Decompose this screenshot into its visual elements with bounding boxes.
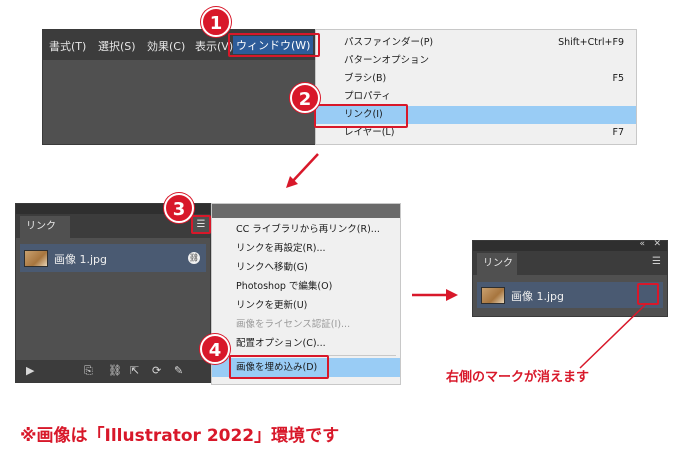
menu-item-relink[interactable]: リンクを再設定(R)... [212, 239, 400, 258]
panel-footer-toolbar: ▶ ⎘ ⛓ ⇱ ⟳ ✎ [16, 360, 210, 382]
link-status-icon: ⛓ [188, 252, 200, 264]
tab-links[interactable]: リンク [477, 253, 517, 275]
highlight-panel-menu-button [191, 215, 211, 234]
step-badge-4: 4 [200, 334, 230, 364]
edit-original-icon[interactable]: ✎ [174, 364, 183, 377]
panel-header: « ✕ [473, 239, 667, 251]
menu-item-pattern-options[interactable]: パターンオプション [316, 52, 636, 70]
relink-cc-icon[interactable]: ⎘ [84, 364, 93, 378]
tab-links[interactable]: リンク [20, 216, 70, 238]
menu-effect[interactable]: 効果(C) [147, 38, 185, 54]
step-badge-1: 1 [201, 7, 231, 37]
menu-item-license-image: 画像をライセンス認証(I)... [236, 319, 351, 330]
callout-line [579, 304, 646, 369]
panel-tab-row: リンク ☰ [473, 251, 667, 275]
flyout-top-bar [212, 204, 400, 218]
link-file-name: 画像 1.jpg [54, 253, 108, 266]
link-icon[interactable]: ⛓ [108, 364, 122, 377]
highlight-window-menu [228, 33, 320, 57]
step-badge-3: 3 [164, 193, 194, 223]
result-note: 右側のマークが消えます [446, 370, 590, 385]
image-thumbnail [24, 250, 48, 267]
links-panel: リンク 画像 1.jpg ⛓ ▶ ⎘ ⛓ ⇱ ⟳ ✎ [15, 203, 211, 383]
menu-item-pathfinder[interactable]: パスファインダー(P) Shift+Ctrl+F9 [316, 34, 636, 52]
goto-link-icon[interactable]: ⇱ [130, 364, 139, 377]
menu-type[interactable]: 書式(T) [49, 38, 86, 54]
collapse-icon[interactable]: « [639, 239, 645, 249]
link-row[interactable]: 画像 1.jpg ⛓ [20, 244, 206, 272]
image-thumbnail [481, 287, 505, 304]
menu-item-goto-link[interactable]: リンクへ移動(G) [212, 258, 400, 277]
menu-item-edit-photoshop[interactable]: Photoshop で編集(O) [212, 277, 400, 296]
arrow-right-icon [412, 289, 458, 301]
highlight-links-item [314, 104, 408, 128]
link-file-name: 画像 1.jpg [511, 290, 565, 303]
play-icon[interactable]: ▶ [26, 364, 34, 377]
panel-menu-icon[interactable]: ☰ [652, 256, 661, 267]
arrow-down-left-icon [286, 153, 319, 188]
close-icon[interactable]: ✕ [653, 239, 661, 249]
menu-item-relink-cc[interactable]: CC ライブラリから再リンク(R)... [212, 220, 400, 239]
menu-item-placement-options[interactable]: 配置オプション(C)... [212, 334, 400, 353]
environment-note: ※画像は「Illustrator 2022」環境です [20, 426, 340, 446]
menu-select[interactable]: 選択(S) [98, 38, 136, 54]
menu-item-update-link[interactable]: リンクを更新(U) [212, 296, 400, 315]
step-badge-2: 2 [290, 83, 320, 113]
highlight-embed-item [229, 355, 329, 379]
menu-item-brushes[interactable]: ブラシ(B) F5 [316, 70, 636, 88]
update-link-icon[interactable]: ⟳ [152, 364, 161, 377]
